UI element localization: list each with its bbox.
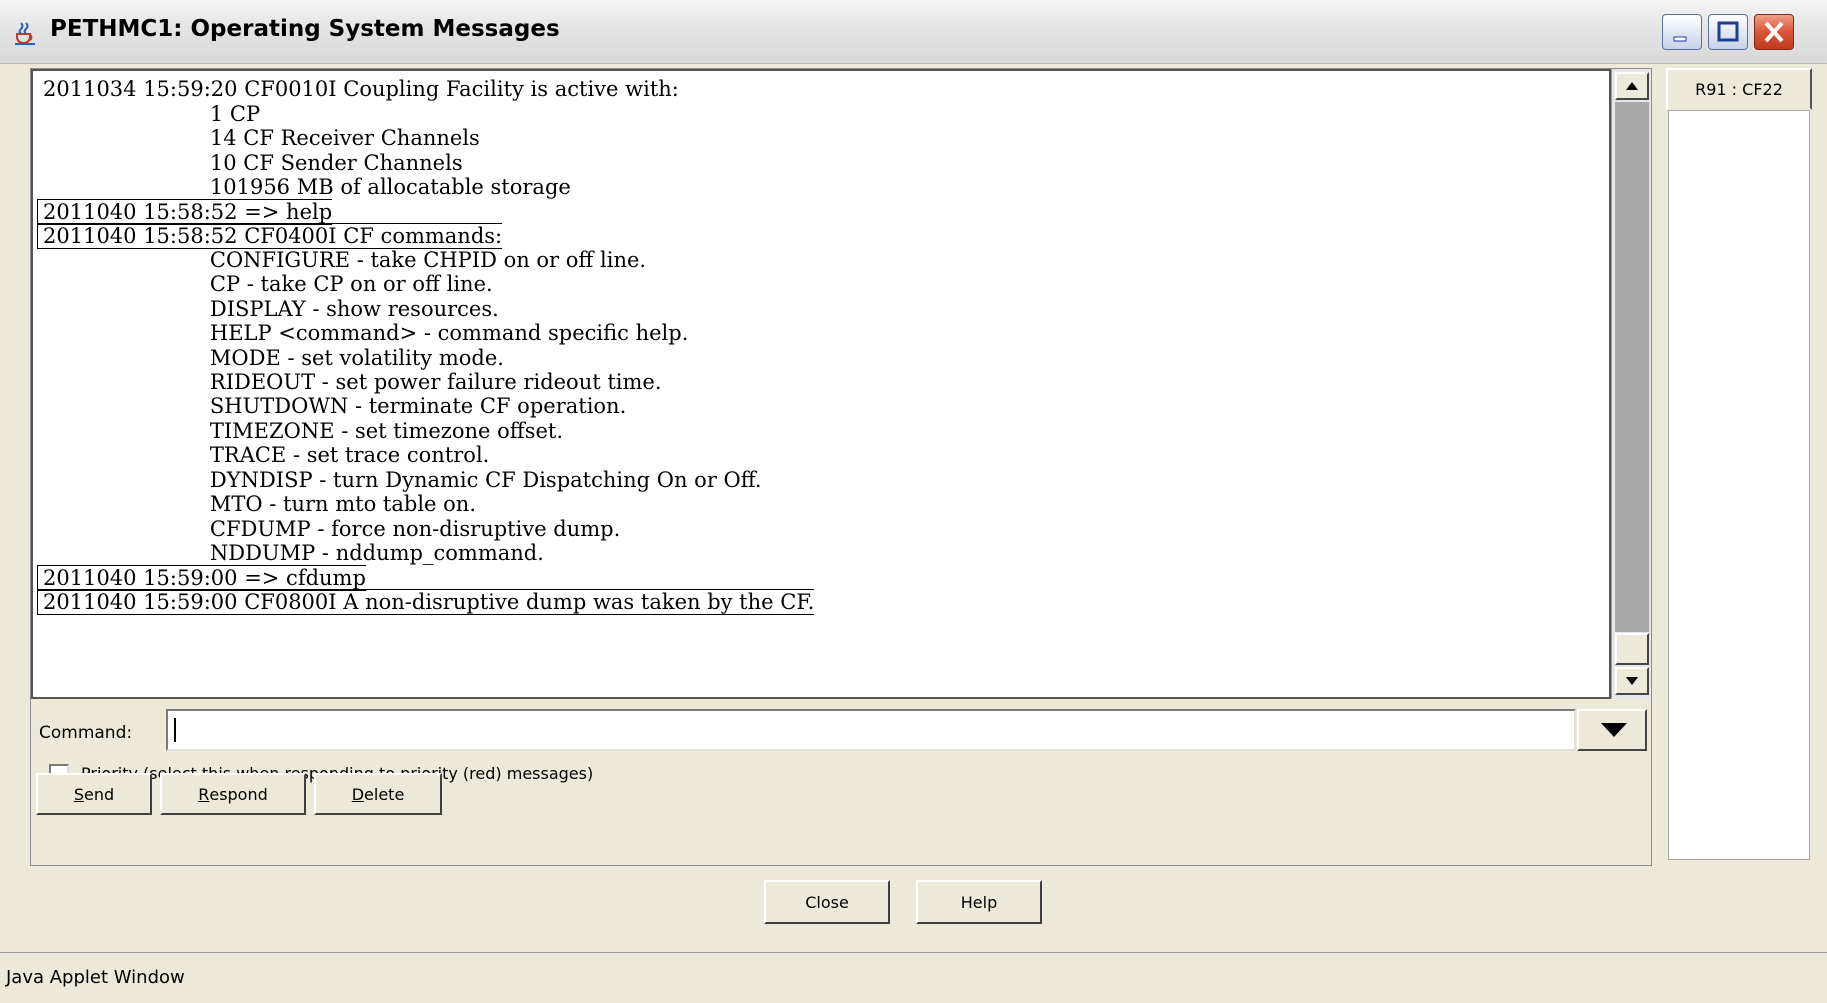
log-line: 1 CP (43, 102, 261, 126)
window-title: PETHMC1: Operating System Messages (50, 16, 560, 42)
help-button[interactable]: Help (916, 880, 1042, 924)
scroll-track[interactable] (1615, 102, 1649, 632)
log-line: RIDEOUT - set power failure rideout time… (43, 370, 662, 394)
respond-mnemonic: R (198, 784, 210, 804)
java-cup-icon (15, 22, 35, 45)
log-line: 2011034 15:59:20 CF0010I Coupling Facili… (43, 77, 679, 101)
send-label: end (84, 784, 115, 804)
command-history-dropdown[interactable] (1577, 709, 1647, 751)
title-bar[interactable]: PETHMC1: Operating System Messages (0, 0, 1827, 64)
maximize-icon (1717, 21, 1739, 42)
status-text: Java Applet Window (6, 967, 185, 988)
log-line: DYNDISP - turn Dynamic CF Dispatching On… (43, 468, 762, 492)
log-line: MODE - set volatility mode. (43, 346, 504, 370)
delete-label: elete (364, 784, 405, 804)
arrow-down-icon (1626, 677, 1638, 685)
scroll-down-button[interactable] (1615, 667, 1649, 695)
log-line: 2011040 15:58:52 CF0400I CF commands: (37, 223, 503, 249)
log-line: TIMEZONE - set timezone offset. (43, 419, 564, 443)
os-messages-window: PETHMC1: Operating System Messages 20110… (0, 0, 1827, 1003)
log-line: CFDUMP - force non-disruptive dump. (43, 517, 621, 541)
text-caret (174, 718, 176, 742)
send-mnemonic: S (73, 784, 84, 804)
scroll-up-button[interactable] (1615, 72, 1649, 100)
tab-r91-cf22[interactable]: R91 : CF22 (1666, 68, 1812, 110)
respond-button[interactable]: Respond (160, 773, 306, 815)
status-bar: Java Applet Window (0, 952, 1827, 1003)
delete-mnemonic: D (351, 784, 365, 804)
maximize-button[interactable] (1708, 14, 1748, 50)
log-line: SHUTDOWN - terminate CF operation. (43, 394, 627, 418)
log-line: 2011040 15:58:52 => help (37, 199, 333, 225)
minimize-button[interactable] (1662, 14, 1702, 50)
close-icon (1764, 21, 1784, 43)
scroll-thumb[interactable] (1615, 633, 1649, 665)
log-line: DISPLAY - show resources. (43, 297, 499, 321)
delete-button[interactable]: Delete (314, 773, 442, 815)
log-line: 14 CF Receiver Channels (43, 126, 480, 150)
log-line: 10 CF Sender Channels (43, 151, 463, 175)
log-line: CONFIGURE - take CHPID on or off line. (43, 248, 647, 272)
log-line: HELP <command> - command specific help. (43, 321, 689, 345)
log-line: TRACE - set trace control. (43, 443, 490, 467)
respond-label: espond (209, 784, 268, 804)
send-button[interactable]: Send (36, 773, 152, 815)
arrow-up-icon (1626, 82, 1638, 90)
chevron-down-icon (1601, 723, 1627, 737)
log-line: 101956 MB of allocatable storage (43, 175, 571, 199)
close-window-button[interactable] (1754, 14, 1794, 50)
log-line: 2011040 15:59:00 CF0800I A non-disruptiv… (37, 589, 815, 615)
log-scrollbar[interactable] (1611, 69, 1651, 699)
messages-panel: 2011034 15:59:20 CF0010I Coupling Facili… (30, 68, 1652, 866)
log-line: NDDUMP - nddump_command. (43, 541, 544, 565)
command-input[interactable] (166, 709, 1576, 751)
command-label: Command: (39, 723, 133, 743)
log-line: CP - take CP on or off line. (43, 272, 493, 296)
log-line: MTO - turn mto table on. (43, 492, 476, 516)
message-log[interactable]: 2011034 15:59:20 CF0010I Coupling Facili… (31, 69, 1611, 699)
log-line: 2011040 15:59:00 => cfdump (37, 565, 366, 591)
partition-panel (1668, 110, 1810, 860)
close-button[interactable]: Close (764, 880, 890, 924)
minimize-icon (1673, 36, 1687, 42)
